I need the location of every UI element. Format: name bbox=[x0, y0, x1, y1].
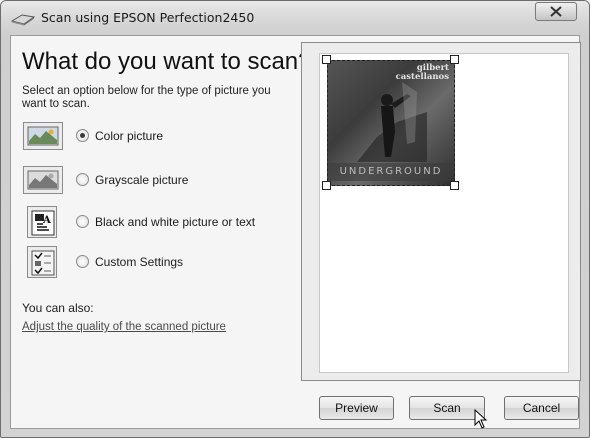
crop-handle-top-left[interactable] bbox=[322, 55, 331, 64]
cancel-button[interactable]: Cancel bbox=[504, 396, 579, 420]
option-color-picture[interactable]: Color picture bbox=[23, 122, 293, 152]
preview-button[interactable]: Preview bbox=[319, 396, 394, 420]
radio-grayscale-picture[interactable] bbox=[76, 173, 89, 186]
title-bar[interactable]: Scan using EPSON Perfection2450 bbox=[1, 1, 589, 35]
scan-dialog-window: Scan using EPSON Perfection2450 What do … bbox=[0, 0, 590, 438]
page-title: What do you want to scan? bbox=[22, 48, 312, 75]
radio-custom-settings[interactable] bbox=[76, 255, 89, 268]
option-custom-settings[interactable]: Custom Settings bbox=[23, 246, 293, 278]
option-label-grayscale-picture: Grayscale picture bbox=[95, 173, 189, 187]
color-picture-icon bbox=[23, 122, 63, 150]
crop-selection-box[interactable] bbox=[327, 60, 455, 186]
grayscale-picture-icon bbox=[23, 166, 63, 194]
svg-text:A: A bbox=[42, 215, 51, 226]
option-label-custom-settings: Custom Settings bbox=[95, 255, 184, 269]
also-label: You can also: bbox=[22, 301, 94, 315]
crop-handle-bottom-left[interactable] bbox=[322, 181, 331, 190]
radio-black-white-picture[interactable] bbox=[76, 215, 89, 228]
mouse-pointer-icon bbox=[474, 409, 488, 429]
close-button[interactable] bbox=[535, 2, 577, 21]
scanner-icon bbox=[10, 12, 36, 26]
option-label-color-picture: Color picture bbox=[95, 129, 164, 143]
radio-color-picture[interactable] bbox=[76, 129, 89, 142]
window-title: Scan using EPSON Perfection2450 bbox=[41, 10, 255, 25]
close-icon bbox=[550, 6, 562, 17]
adjust-quality-link[interactable]: Adjust the quality of the scanned pictur… bbox=[22, 321, 226, 333]
option-grayscale-picture[interactable]: Grayscale picture bbox=[23, 166, 293, 196]
custom-settings-icon bbox=[27, 246, 57, 278]
option-black-white-picture[interactable]: A Black and white picture or text bbox=[23, 206, 293, 238]
instructions-text: Select an option below for the type of p… bbox=[22, 85, 271, 110]
crop-handle-top-right[interactable] bbox=[450, 55, 459, 64]
black-white-picture-icon: A bbox=[27, 206, 57, 238]
option-label-black-white-picture: Black and white picture or text bbox=[95, 215, 256, 229]
crop-handle-bottom-right[interactable] bbox=[450, 181, 459, 190]
